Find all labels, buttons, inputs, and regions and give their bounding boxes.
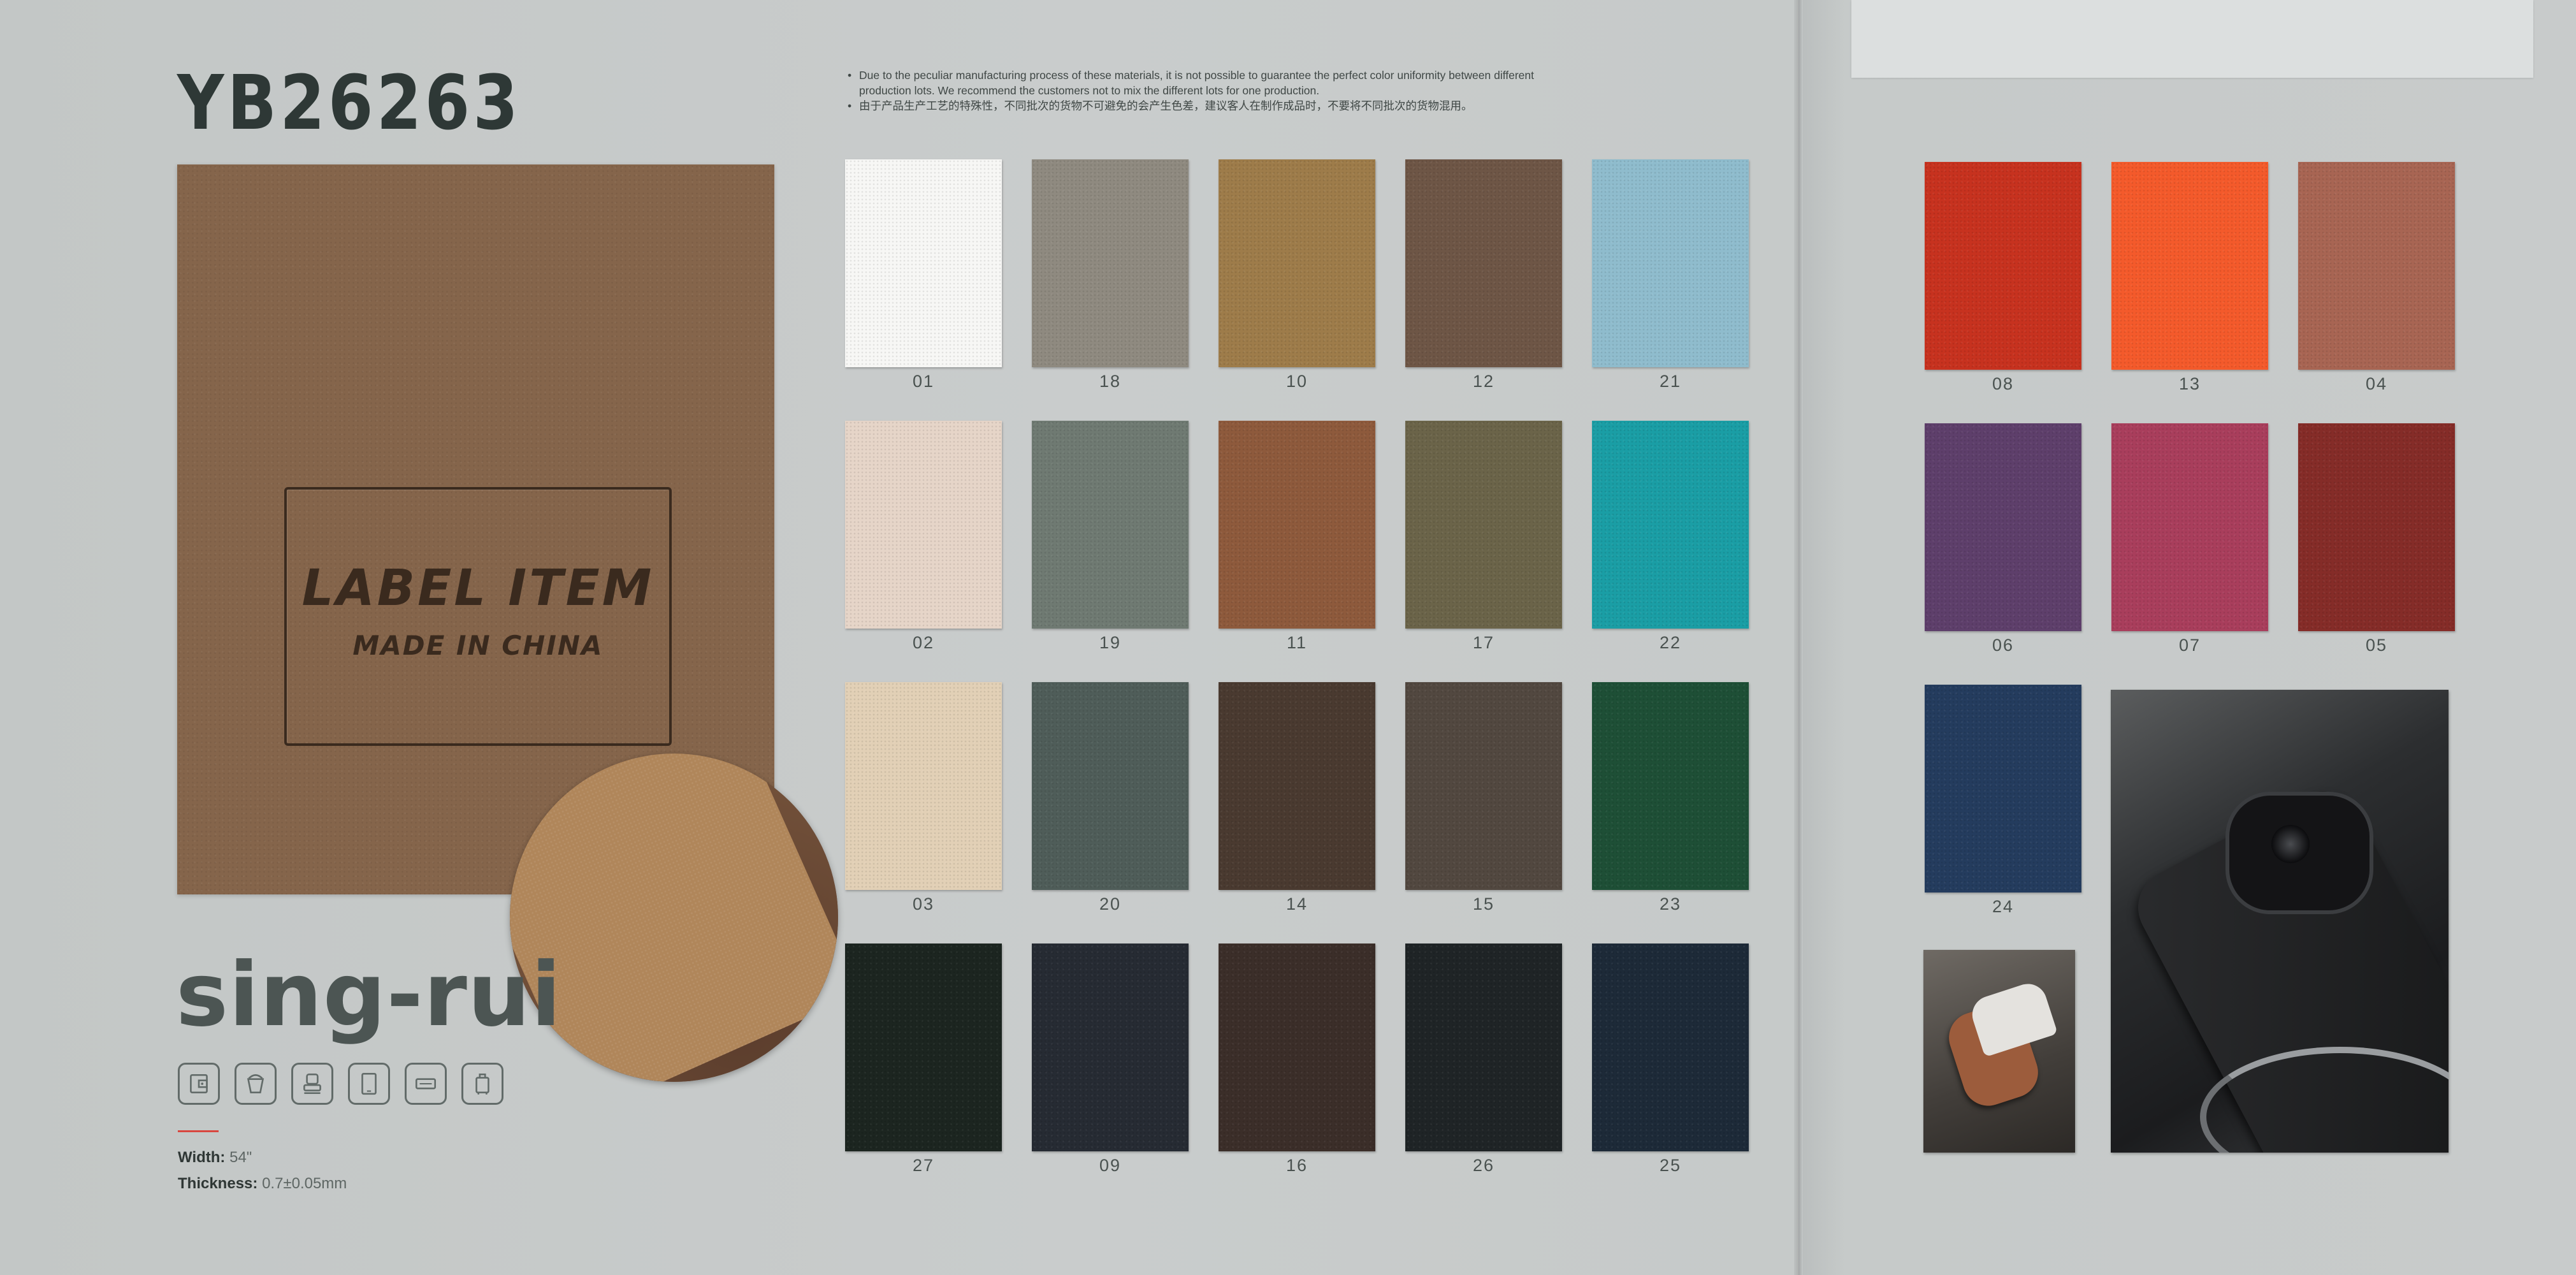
swatch-11 <box>1219 421 1375 629</box>
swatch-number: 19 <box>1099 633 1122 652</box>
page-fold <box>1794 0 1803 1275</box>
swatch-number: 22 <box>1659 633 1682 652</box>
width-value: 54" <box>229 1149 252 1166</box>
earbud-case-lid <box>1967 979 2058 1058</box>
swatch-22 <box>1592 421 1749 629</box>
swatch-09 <box>1032 943 1189 1151</box>
wallet-icon <box>178 1063 220 1105</box>
swatch-26 <box>1405 943 1562 1151</box>
swatch-number: 24 <box>1992 897 2015 916</box>
swatch-number: 27 <box>912 1156 935 1175</box>
swatch-number: 05 <box>2365 636 2388 655</box>
label-title: LABEL ITEM <box>301 560 655 617</box>
swatch-12 <box>1405 159 1562 367</box>
swatch-06 <box>1925 423 2081 631</box>
luggage-icon <box>461 1063 503 1105</box>
swatch-number: 25 <box>1659 1156 1682 1175</box>
spec-thickness: Thickness: 0.7±0.05mm <box>178 1175 347 1193</box>
swatch-number: 07 <box>2178 636 2201 655</box>
swatch-number: 06 <box>1992 636 2015 655</box>
swatch-number: 26 <box>1472 1156 1495 1175</box>
thickness-label: Thickness: <box>178 1175 258 1192</box>
swatch-21 <box>1592 159 1749 367</box>
swatch-08 <box>1925 162 2081 370</box>
swatch-number: 12 <box>1472 372 1495 391</box>
swatch-number: 17 <box>1472 633 1495 652</box>
swatch-16 <box>1219 943 1375 1151</box>
swatch-23 <box>1592 682 1749 890</box>
swatch-number: 11 <box>1286 633 1308 652</box>
swatch-number: 18 <box>1099 372 1122 391</box>
swatch-18 <box>1032 159 1189 367</box>
swatch-15 <box>1405 682 1562 890</box>
phone-case-photo <box>2111 690 2449 1153</box>
swatch-27 <box>845 943 1002 1151</box>
seat-icon <box>291 1063 333 1105</box>
width-label: Width: <box>178 1149 226 1166</box>
swatch-02 <box>845 421 1002 629</box>
thickness-value: 0.7±0.05mm <box>262 1175 347 1192</box>
swatch-01 <box>845 159 1002 367</box>
application-icons <box>178 1063 503 1105</box>
product-code: YB26263 <box>177 59 522 147</box>
swatch-20 <box>1032 682 1189 890</box>
swatch-04 <box>2298 162 2455 370</box>
label-icon <box>405 1063 447 1105</box>
notice-chinese: 由于产品生产工艺的特殊性，不同批次的货物不可避免的会产生色差，建议客人在制作成品… <box>848 98 1555 113</box>
phone-lens <box>2271 825 2310 863</box>
swatch-number: 08 <box>1992 374 2015 393</box>
swatch-24 <box>1925 685 2081 892</box>
swatch-number: 20 <box>1099 894 1122 914</box>
accent-rule <box>178 1130 219 1132</box>
swatch-number: 16 <box>1285 1156 1308 1175</box>
swatch-number: 13 <box>2178 374 2201 393</box>
swatch-number: 23 <box>1659 894 1682 914</box>
spec-width: Width: 54" <box>178 1149 252 1167</box>
swatch-number: 10 <box>1285 372 1308 391</box>
swatch-13 <box>2111 162 2268 370</box>
swatch-17 <box>1405 421 1562 629</box>
swatch-number: 04 <box>2365 374 2388 393</box>
swatch-03 <box>845 682 1002 890</box>
swatch-number: 14 <box>1285 894 1308 914</box>
brand-name: sing-rui <box>176 943 562 1046</box>
swatch-10 <box>1219 159 1375 367</box>
swatch-19 <box>1032 421 1189 629</box>
swatch-number: 03 <box>912 894 935 914</box>
earbud-case-photo <box>1923 950 2075 1153</box>
swatch-number: 15 <box>1472 894 1495 914</box>
tape-strip <box>1851 0 2533 78</box>
swatch-25 <box>1592 943 1749 1151</box>
tablet-icon <box>348 1063 390 1105</box>
color-notice: Due to the peculiar manufacturing proces… <box>848 68 1555 113</box>
label-subtitle: MADE IN CHINA <box>352 630 604 661</box>
notice-english: Due to the peculiar manufacturing proces… <box>848 68 1555 98</box>
swatch-14 <box>1219 682 1375 890</box>
swatch-number: 02 <box>912 633 935 652</box>
swatch-05 <box>2298 423 2455 631</box>
swatch-number: 09 <box>1099 1156 1122 1175</box>
swatch-number: 21 <box>1659 372 1682 391</box>
embossed-label: LABEL ITEM MADE IN CHINA <box>284 487 672 746</box>
bag-icon <box>235 1063 277 1105</box>
swatch-number: 01 <box>912 372 935 391</box>
swatch-07 <box>2111 423 2268 631</box>
